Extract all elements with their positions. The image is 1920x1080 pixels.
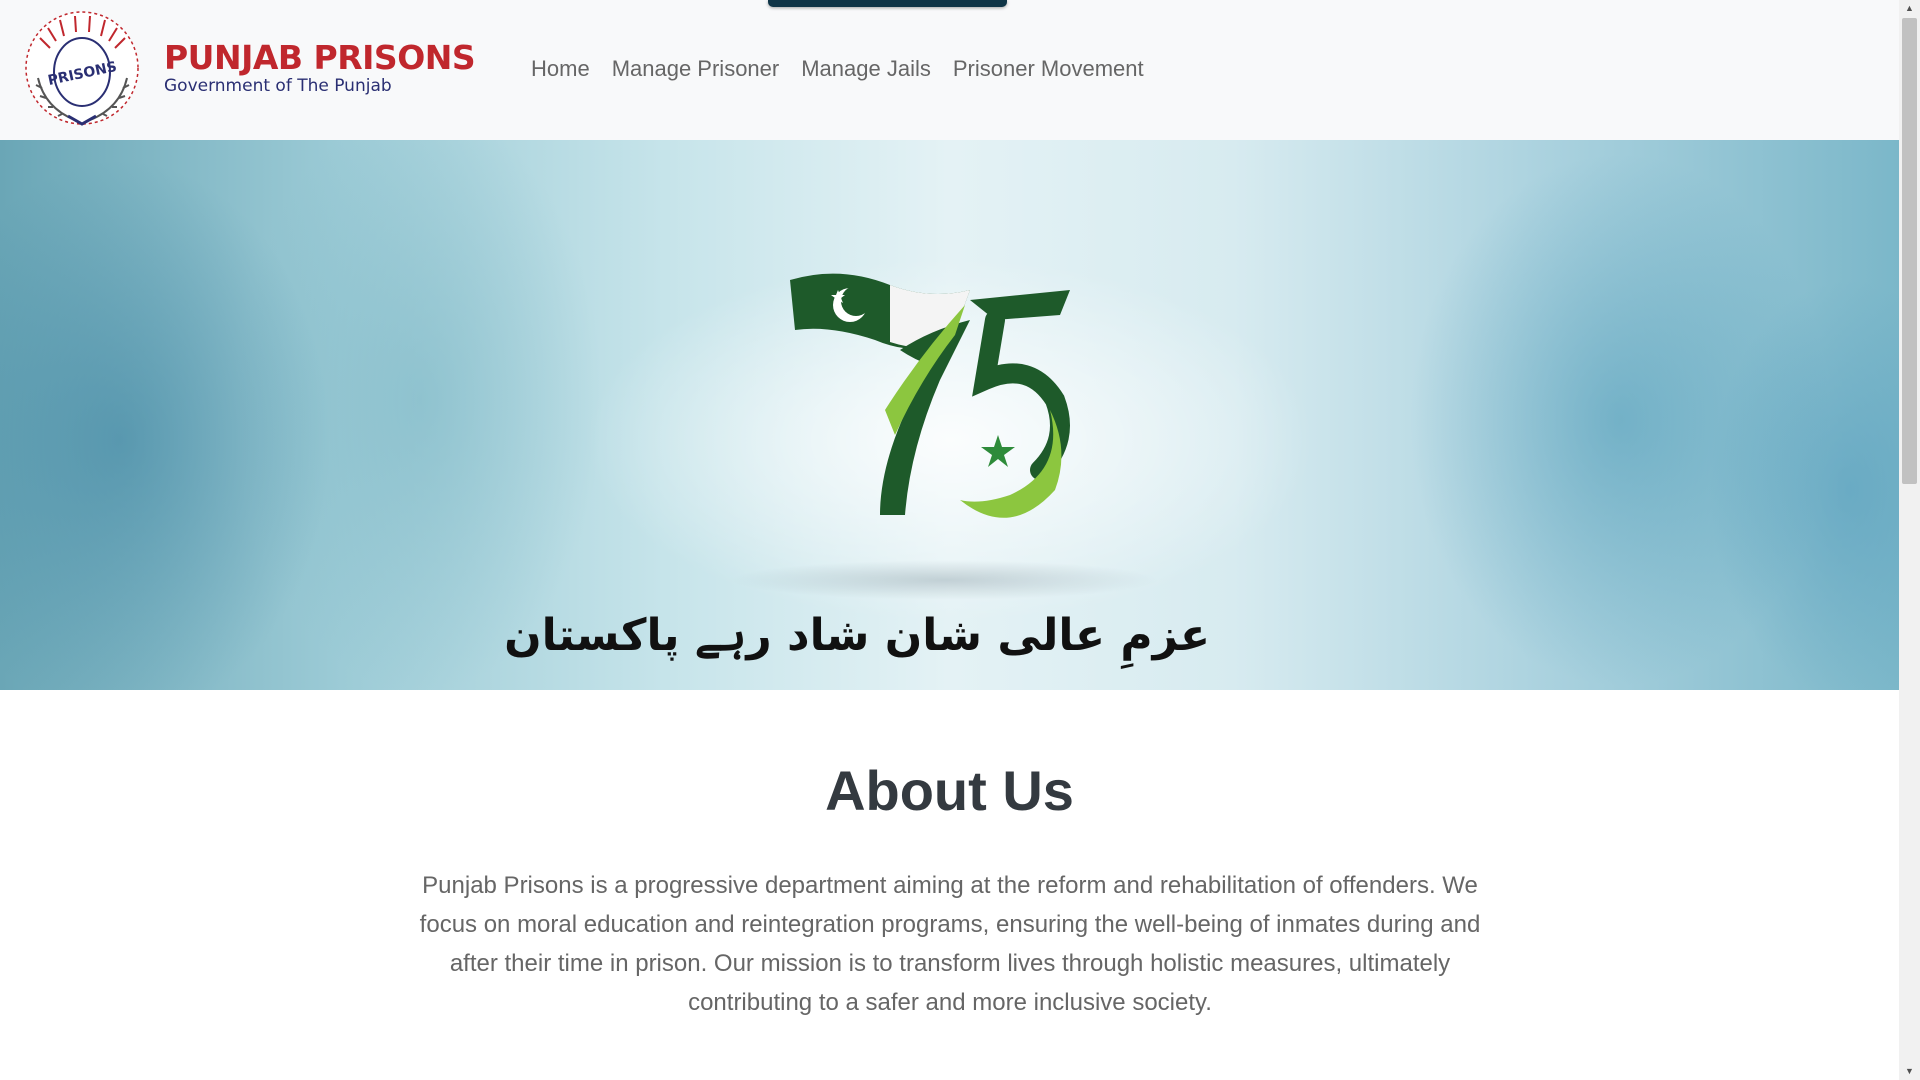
navbar: PRISONS PUNJAB PRISONS Government of The… (0, 0, 1899, 140)
pakistan-75-logo-icon (790, 273, 1070, 518)
brand-subtitle: Government of The Punjab (164, 76, 392, 96)
page: PRISONS PUNJAB PRISONS Government of The… (0, 0, 1920, 1080)
nav-prisoner-movement[interactable]: Prisoner Movement (942, 56, 1155, 82)
top-tab-handle[interactable] (768, 0, 1007, 7)
hero-banner: عزمِ عالی شان شاد رہے پاکستان (0, 140, 1899, 690)
nav-home[interactable]: Home (531, 56, 601, 82)
about-title: About Us (825, 759, 1074, 822)
about-body: Punjab Prisons is a progressive departme… (419, 872, 1481, 1016)
nav-manage-prisoner[interactable]: Manage Prisoner (601, 56, 791, 82)
prisons-emblem-icon[interactable]: PRISONS (20, 8, 145, 130)
nav-manage-jails[interactable]: Manage Jails (790, 56, 942, 82)
scroll-thumb[interactable] (1902, 18, 1917, 484)
scroll-up-arrow-icon[interactable]: ▲ (1899, 0, 1920, 17)
scroll-down-arrow-icon[interactable]: ▼ (1899, 1063, 1920, 1080)
main-nav: Home Manage Prisoner Manage Jails Prison… (531, 56, 1155, 82)
hero-shadow (730, 560, 1160, 600)
brand-name[interactable]: PUNJAB PRISONS (164, 38, 476, 77)
vertical-scrollbar[interactable]: ▲ ▼ (1899, 0, 1920, 1080)
urdu-slogan: عزمِ عالی شان شاد رہے پاکستان (504, 610, 1210, 661)
